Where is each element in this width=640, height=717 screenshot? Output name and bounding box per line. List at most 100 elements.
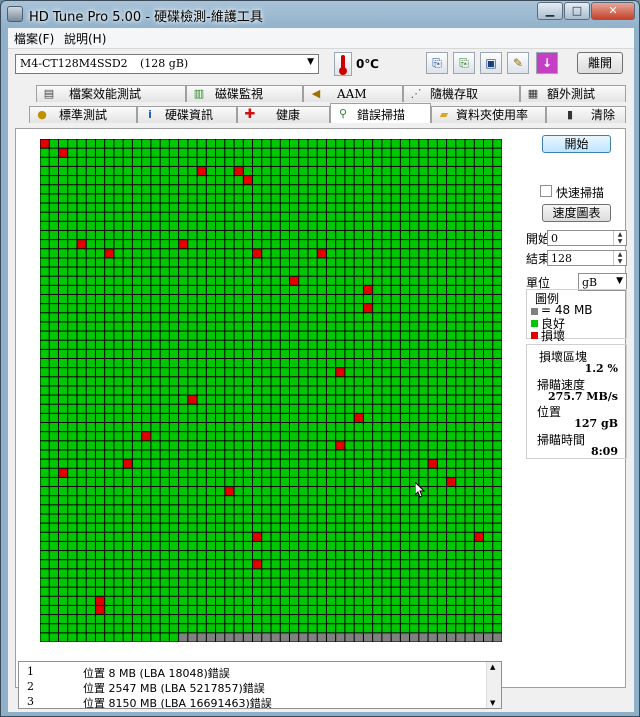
options-button[interactable]: ✎ [507, 52, 529, 74]
block-good [280, 477, 289, 487]
scroll-down-icon[interactable]: ▼ [490, 699, 495, 707]
end-input[interactable]: 128 ▲ ▼ [547, 250, 627, 266]
block-good [225, 276, 234, 285]
copy-screenshot-button[interactable]: ⎘ [453, 52, 475, 74]
block-good [354, 551, 363, 560]
block-good [465, 496, 474, 505]
block-good [197, 322, 206, 331]
block-good [225, 267, 234, 276]
block-good [114, 450, 123, 459]
block-good [484, 139, 493, 148]
block-damaged [225, 487, 234, 496]
block-good [391, 605, 400, 615]
maximize-button[interactable]: □ [564, 2, 590, 20]
download-button[interactable]: ↓ [536, 52, 558, 74]
block-good [484, 505, 493, 514]
block-good [299, 185, 308, 194]
speed-map-button[interactable]: 速度圖表 [542, 204, 611, 222]
block-good [160, 322, 169, 331]
block-good [225, 203, 234, 212]
block-good [123, 194, 132, 203]
block-good [308, 166, 317, 176]
log-row[interactable]: 3 位置 8150 MB (LBA 16691463)錯誤 [19, 695, 489, 708]
block-good [326, 441, 336, 450]
tab-health[interactable]: ✚ 健康 [237, 106, 330, 123]
block-good [484, 459, 493, 468]
block-good [234, 249, 243, 258]
log-row[interactable]: 2 位置 2547 MB (LBA 5217857)錯誤 [19, 680, 489, 695]
tab-benchmark[interactable]: ● 標準測試 [29, 106, 137, 123]
block-good [493, 596, 502, 605]
block-good [77, 276, 86, 285]
block-good [382, 587, 391, 596]
block-good [86, 468, 95, 477]
tab-folder-usage[interactable]: ▰ 資料夾使用率 [431, 106, 546, 123]
block-good [299, 468, 308, 477]
tab-aam[interactable]: ◀ AAM [303, 85, 403, 102]
block-good [169, 267, 179, 276]
log-row[interactable]: 1 位置 8 MB (LBA 18048)錯誤 [19, 665, 489, 680]
tab-erase[interactable]: ▮ 清除 [546, 106, 626, 123]
block-good [160, 532, 169, 541]
tab-error-scan[interactable]: ⚲ 錯誤掃描 [330, 103, 431, 123]
copy-info-button[interactable]: ⎘ [426, 52, 448, 74]
block-good [465, 615, 474, 624]
quick-scan-checkbox[interactable] [540, 185, 552, 197]
minimize-button[interactable]: ▁ [537, 2, 563, 20]
block-good [428, 185, 437, 194]
block-good [114, 194, 123, 203]
block-good [253, 203, 262, 212]
scroll-up-icon[interactable]: ▲ [490, 663, 495, 671]
block-good [308, 176, 317, 185]
block-good [188, 468, 197, 477]
block-good [142, 569, 151, 578]
block-good [114, 166, 123, 176]
block-good [234, 139, 243, 148]
block-good [188, 496, 197, 505]
block-good [326, 358, 336, 368]
block-good [456, 587, 465, 596]
block-good [271, 505, 280, 514]
tab-info[interactable]: i 硬碟資訊 [137, 106, 237, 123]
block-good [95, 157, 105, 166]
block-good [151, 496, 160, 505]
block-good [271, 496, 280, 505]
error-log-list[interactable]: 1 位置 8 MB (LBA 18048)錯誤 2 位置 2547 MB (LB… [18, 661, 502, 709]
title-bar[interactable]: HD Tune Pro 5.00 - 硬碟檢測-維護工具 ▁ □ ✕ [1, 1, 639, 27]
block-good [253, 441, 262, 450]
block-good [234, 294, 243, 304]
block-good [114, 514, 123, 523]
block-good [326, 487, 336, 496]
block-good [271, 395, 280, 404]
block-good [484, 176, 493, 185]
tab-disk-monitor[interactable]: ▥ 磁碟監視 [186, 85, 303, 102]
block-good [271, 340, 280, 349]
block-good [216, 368, 225, 377]
tab-file-benchmark[interactable]: ▤ 檔案效能測試 [36, 85, 186, 102]
block-good [58, 139, 68, 148]
tab-random-access[interactable]: ⋰ 隨機存取 [403, 85, 520, 102]
block-good [326, 523, 336, 532]
menu-file[interactable]: 檔案(F) [14, 30, 54, 47]
spinner-arrows-icon[interactable]: ▲ ▼ [613, 251, 626, 265]
block-good [95, 541, 105, 551]
block-good [142, 148, 151, 157]
block-good [114, 468, 123, 477]
save-button[interactable]: ▣ [480, 52, 502, 74]
block-good [400, 596, 410, 605]
block-good [289, 368, 299, 377]
block-good [123, 560, 132, 569]
block-good [132, 615, 142, 624]
drive-select[interactable]: M4-CT128M4SSD2 (128 gB) ▼ [15, 54, 319, 74]
block-good [105, 532, 114, 541]
block-good [188, 331, 197, 340]
tab-extra-tests[interactable]: ▦ 額外測試 [520, 85, 626, 102]
start-input[interactable]: 0 ▲ ▼ [547, 230, 627, 246]
exit-button[interactable]: 離開 [577, 52, 623, 74]
log-scrollbar[interactable]: ▲ ▼ [486, 662, 501, 708]
block-good [123, 569, 132, 578]
menu-help[interactable]: 說明(H) [64, 30, 106, 47]
close-button[interactable]: ✕ [591, 2, 635, 20]
spinner-arrows-icon[interactable]: ▲ ▼ [613, 231, 626, 245]
start-button[interactable]: 開始 [542, 135, 611, 153]
